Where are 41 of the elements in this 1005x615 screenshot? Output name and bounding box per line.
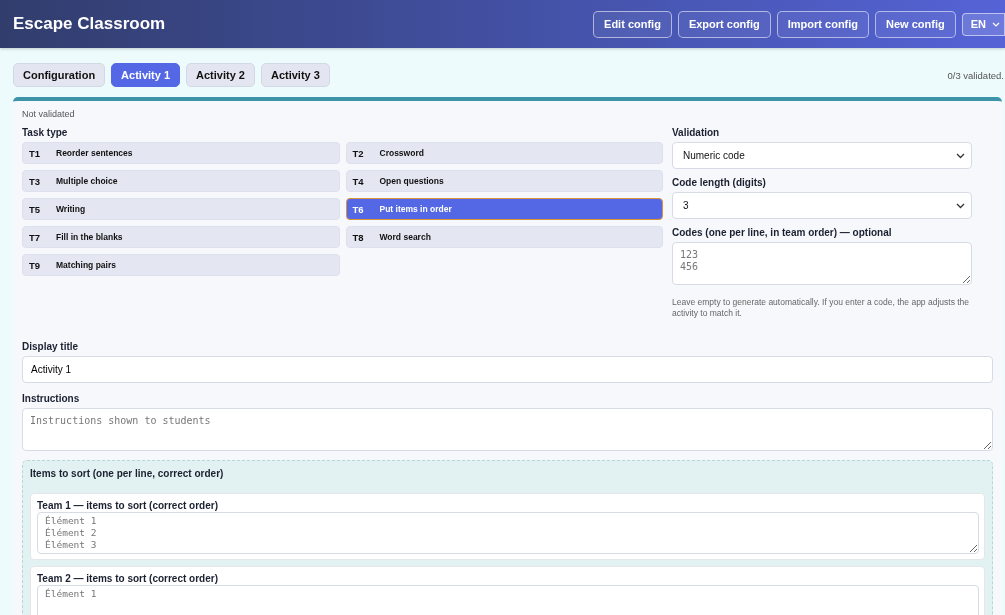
task-type-option[interactable]: T1 Reorder sentences	[22, 142, 340, 164]
task-type-option[interactable]: T6 Put items in order	[345, 198, 663, 220]
header-button[interactable]: Import config	[776, 10, 870, 38]
task-type-option[interactable]: T8 Word search	[345, 226, 663, 248]
tab[interactable]: Activity 2	[186, 63, 255, 87]
title-field[interactable]: Activity 1	[22, 356, 993, 383]
task-type-option[interactable]: T9 Matching pairs	[22, 254, 340, 276]
field-label: Validation	[672, 127, 721, 138]
instructions-field[interactable]: Instructions shown to students	[22, 408, 993, 451]
task-type-option[interactable]: T4 Open questions	[345, 170, 663, 192]
field-label: Team 2 — items to sort (correct order)	[37, 573, 219, 584]
tab[interactable]: Activity 3	[260, 63, 330, 87]
field-label: Instructions	[22, 393, 81, 404]
tab[interactable]: Configuration	[13, 63, 106, 87]
tab[interactable]: Activity 1	[111, 63, 181, 87]
task-type-option[interactable]: T2 Crossword	[345, 142, 663, 164]
field-label: Codes (one per line, in team order) — optional	[672, 227, 893, 238]
dropdown[interactable]: Numeric code	[672, 142, 972, 169]
header-button[interactable]: Export config	[677, 10, 771, 38]
chevron-icon	[956, 152, 965, 159]
codes-field[interactable]: 123 456	[672, 242, 972, 285]
chevron-icon	[956, 202, 965, 209]
task-type-option[interactable]: T7 Fill in the blanks	[22, 226, 340, 248]
section-title: Items to sort (one per line, correct order)	[30, 468, 225, 479]
items-field[interactable]: Élément 1 Élément 2 Élément 3	[37, 512, 979, 554]
hint-text: Leave empty to generate automatically. If you enter a code, the app adjusts the activity to match it.	[672, 297, 971, 319]
app-title: Escape Classroom	[13, 14, 166, 34]
chevron-icon	[992, 21, 1000, 27]
items-field[interactable]: Élément 1	[37, 585, 979, 615]
field-label: Display title	[22, 341, 80, 352]
field-label: Code length (digits)	[672, 177, 767, 188]
task-type-option[interactable]: T5 Writing	[22, 198, 340, 220]
dropdown[interactable]: 3	[672, 192, 972, 219]
header-button[interactable]: New config	[875, 10, 956, 38]
task-type-option[interactable]: T3 Multiple choice	[22, 170, 340, 192]
field-label: Task type	[22, 127, 69, 138]
field-label: Team 1 — items to sort (correct order)	[37, 500, 219, 511]
language-select[interactable]: EN	[961, 12, 1005, 36]
header-button[interactable]: Edit config	[593, 10, 672, 38]
progress-text: 0/3 validated.	[947, 69, 1005, 81]
status-text: Not validated	[22, 109, 76, 119]
